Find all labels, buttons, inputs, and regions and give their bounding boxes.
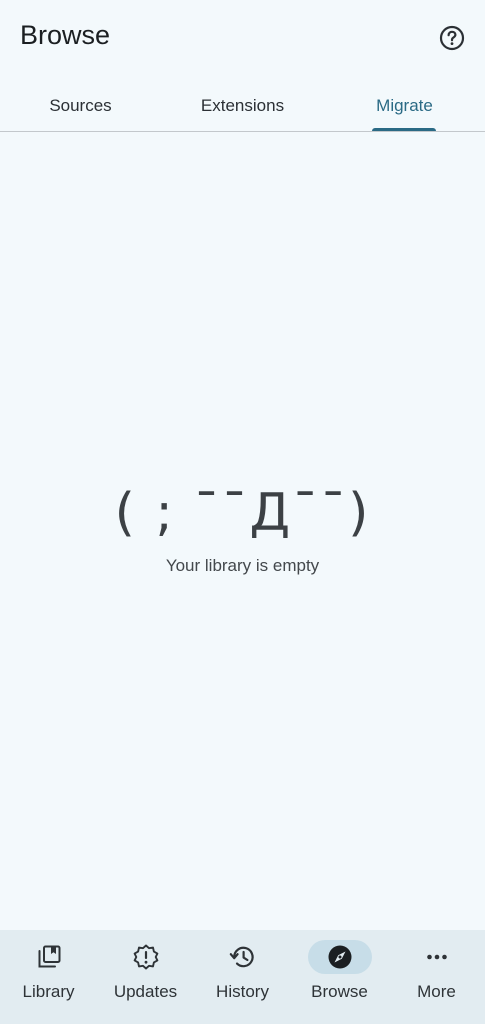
nav-label: Updates <box>113 982 178 1001</box>
library-icon <box>38 945 60 968</box>
empty-message: Your library is empty <box>165 556 320 575</box>
help-circle-icon <box>439 25 465 51</box>
empty-kaomoji: ( ; ¯¯Д¯¯) <box>114 483 371 543</box>
nav-icon-container <box>307 940 372 974</box>
tab-row: Sources Extensions Migrate <box>0 80 485 132</box>
nav-icon-container <box>211 940 275 974</box>
updates-icon <box>133 944 158 970</box>
tab-label: Extensions <box>200 96 285 115</box>
help-button[interactable] <box>438 24 466 52</box>
nav-item-more[interactable]: More <box>388 930 485 1024</box>
tab-extensions[interactable]: Extensions <box>162 80 323 132</box>
nav-label: More <box>417 982 456 1001</box>
tab-indicator <box>372 128 436 131</box>
nav-icon-container <box>17 940 81 974</box>
tab-label: Migrate <box>376 96 433 115</box>
nav-label: Browse <box>311 982 368 1001</box>
nav-icon-container <box>114 940 178 974</box>
compass-icon <box>328 945 351 969</box>
empty-state: ( ; ¯¯Д¯¯) Your library is empty <box>0 478 485 576</box>
tab-sources[interactable]: Sources <box>0 80 161 132</box>
history-icon <box>229 946 254 968</box>
tab-migrate[interactable]: Migrate <box>324 80 485 132</box>
nav-label: Library <box>22 982 75 1001</box>
more-horizontal-icon <box>426 954 447 960</box>
nav-item-updates[interactable]: Updates <box>97 930 194 1024</box>
nav-icon-container <box>405 940 469 974</box>
bottom-navigation: Library Updates History Browse More <box>0 930 485 1024</box>
tab-label: Sources <box>49 96 112 115</box>
nav-item-library[interactable]: Library <box>0 930 97 1024</box>
nav-item-browse[interactable]: Browse <box>291 930 388 1024</box>
nav-item-history[interactable]: History <box>194 930 291 1024</box>
page-title: Browse <box>20 20 111 50</box>
top-app-bar: Browse <box>0 0 485 76</box>
nav-label: History <box>216 982 269 1001</box>
